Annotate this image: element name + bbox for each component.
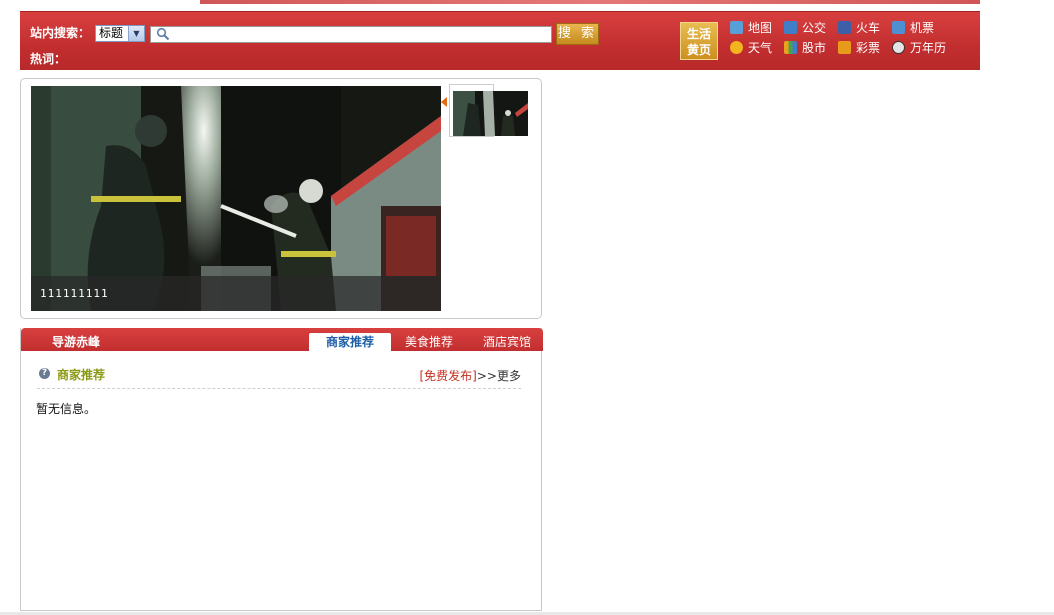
search-icon — [156, 27, 170, 45]
photo-thumbnail[interactable] — [453, 91, 528, 136]
free-post-link[interactable]: [免费发布] — [420, 369, 477, 383]
quick-link-calendar[interactable]: 万年历 — [892, 40, 946, 56]
question-icon: ? — [39, 368, 50, 379]
life-yellow-pages-button[interactable]: 生活 黄页 — [680, 22, 718, 60]
tab-merchant-recommend[interactable]: 商家推荐 — [309, 333, 391, 351]
search-button[interactable]: 搜 索 — [556, 23, 599, 45]
search-bar: 站内搜索： 标题 ▼ 搜 索 热词： 生活 黄页 地图 公交 火车 机票 天气 … — [20, 11, 980, 70]
photo-caption-bar: 111111111 — [31, 276, 441, 311]
search-label: 站内搜索： — [30, 26, 91, 40]
quick-link-map[interactable]: 地图 — [730, 20, 772, 36]
section-header: ? 商家推荐 [免费发布]>>更多 — [37, 366, 521, 389]
clock-icon — [892, 41, 905, 54]
tab-food-recommend[interactable]: 美食推荐 — [399, 333, 459, 351]
main-photo[interactable]: 111111111 — [31, 86, 441, 311]
life-yellow-pages-line2: 黄页 — [686, 43, 711, 57]
photo-caption: 111111111 — [40, 287, 109, 300]
search-type-select[interactable]: 标题 ▼ — [95, 25, 145, 42]
quick-link-label: 彩票 — [856, 41, 881, 55]
quick-link-label: 天气 — [748, 41, 773, 55]
quick-link-label: 地图 — [748, 21, 773, 35]
life-yellow-pages-line1: 生活 — [686, 27, 711, 41]
photo-slideshow: 111111111 — [20, 78, 542, 319]
thumbnail-image — [453, 91, 528, 136]
hot-words-label: 热词： — [30, 52, 67, 66]
quick-link-label: 火车 — [856, 21, 881, 35]
lottery-icon — [838, 41, 851, 54]
plane-icon — [892, 21, 905, 34]
guide-header: 导游赤峰 商家推荐 美食推荐 酒店宾馆 — [21, 328, 543, 351]
stock-icon — [784, 41, 797, 54]
sun-icon — [730, 41, 743, 54]
search-input[interactable] — [150, 26, 552, 43]
quick-link-plane[interactable]: 机票 — [892, 20, 934, 36]
chevron-down-icon[interactable]: ▼ — [128, 26, 144, 41]
guide-title: 导游赤峰 — [52, 335, 101, 349]
train-icon — [838, 21, 851, 34]
empty-message: 暂无信息。 — [36, 402, 97, 416]
top-decoration-strip — [200, 0, 980, 4]
more-link[interactable]: >>更多 — [477, 369, 521, 383]
quick-link-label: 公交 — [802, 21, 827, 35]
map-icon — [730, 21, 743, 34]
search-type-value: 标题 — [99, 26, 124, 40]
quick-link-label: 万年历 — [910, 41, 947, 55]
tab-hotels[interactable]: 酒店宾馆 — [477, 333, 537, 351]
section-title: 商家推荐 — [57, 368, 106, 382]
quick-link-label: 股市 — [802, 41, 827, 55]
quick-link-lottery[interactable]: 彩票 — [838, 40, 880, 56]
more-links: [免费发布]>>更多 — [420, 367, 522, 384]
thumbnail-pointer-icon — [441, 97, 447, 107]
quick-link-stock[interactable]: 股市 — [784, 40, 826, 56]
quick-link-bus[interactable]: 公交 — [784, 20, 826, 36]
quick-link-weather[interactable]: 天气 — [730, 40, 772, 56]
quick-link-label: 机票 — [910, 21, 935, 35]
quick-link-train[interactable]: 火车 — [838, 20, 880, 36]
guide-panel: 导游赤峰 商家推荐 美食推荐 酒店宾馆 ? 商家推荐 [免费发布]>>更多 暂无… — [20, 328, 543, 611]
bus-icon — [784, 21, 797, 34]
